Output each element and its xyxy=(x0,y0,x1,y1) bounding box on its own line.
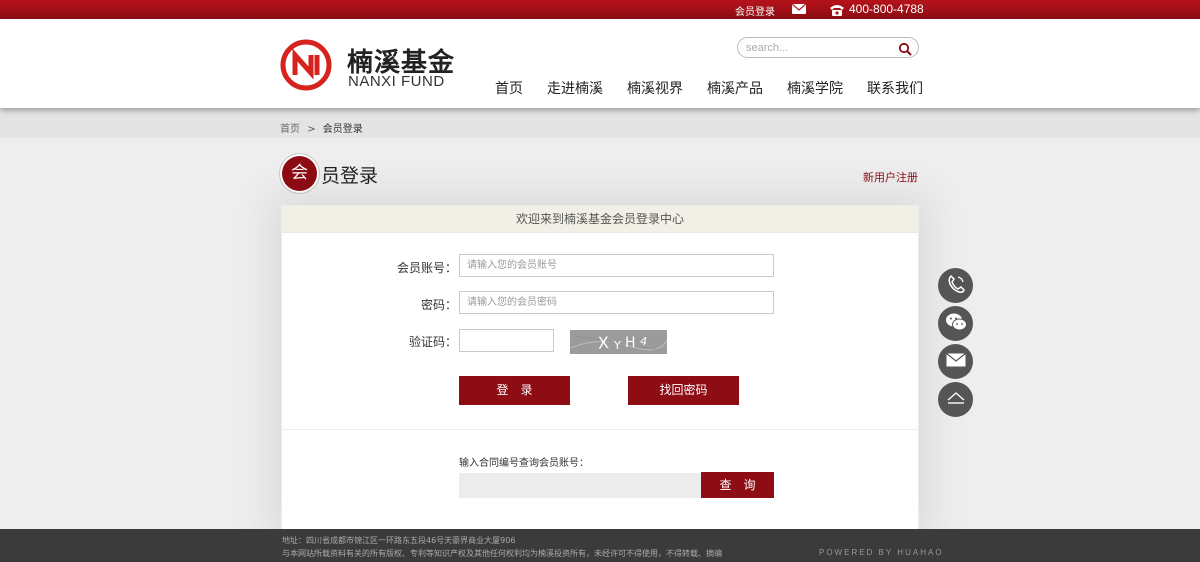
nav-products[interactable]: 楠溪产品 xyxy=(707,78,763,98)
svg-text:X: X xyxy=(597,333,609,353)
search-box xyxy=(737,37,919,58)
back-to-top-icon xyxy=(946,390,966,409)
breadcrumb-bar: 首页 > 会员登录 xyxy=(0,108,1200,138)
captcha-label: 验证码： xyxy=(408,335,457,349)
svg-text:H: H xyxy=(625,335,636,351)
nav-vision[interactable]: 楠溪视界 xyxy=(627,78,683,98)
footer-copyright: 与本网站所载资料有关的所有版权、专利等知识产权及其他任何权利均为楠溪投资所有，未… xyxy=(282,549,722,558)
panel-heading: 欢迎来到楠溪基金会员登录中心 xyxy=(282,206,918,233)
nav-home[interactable]: 首页 xyxy=(495,78,523,98)
search-icon[interactable] xyxy=(898,41,912,56)
login-panel: 欢迎来到楠溪基金会员登录中心 会员账号： 密码： 验证码： X Y H 4 登 … xyxy=(281,205,919,530)
mail-icon[interactable] xyxy=(792,4,806,14)
account-label: 会员账号： xyxy=(396,261,457,275)
account-input[interactable] xyxy=(459,254,774,277)
title-text: 员登录 xyxy=(321,165,379,187)
login-button[interactable]: 登 录 xyxy=(459,376,570,405)
contract-number-input[interactable] xyxy=(459,473,701,498)
wechat-icon xyxy=(944,311,968,337)
captcha-input[interactable] xyxy=(459,329,554,352)
nav-academy[interactable]: 楠溪学院 xyxy=(787,78,843,98)
site-footer: 地址：四川省成都市锦江区一环路东五段46号天豪界商业大厦906 与本网站所载资料… xyxy=(0,529,1200,562)
hotline-number: 400-800-4788 xyxy=(849,2,924,16)
phone-icon xyxy=(829,2,845,16)
divider xyxy=(282,429,918,430)
float-wechat-button[interactable] xyxy=(938,306,973,341)
top-bar: 会员登录 400-800-4788 xyxy=(0,0,1200,19)
phone-icon xyxy=(945,273,967,299)
svg-text:Y: Y xyxy=(613,339,621,352)
password-label: 密码： xyxy=(420,298,457,312)
captcha-image[interactable]: X Y H 4 xyxy=(570,330,667,354)
footer-address: 地址：四川省成都市锦江区一环路东五段46号天豪界商业大厦906 xyxy=(282,536,516,545)
breadcrumb-separator: > xyxy=(307,124,316,135)
breadcrumb: 首页 > 会员登录 xyxy=(280,120,363,135)
svg-text:4: 4 xyxy=(639,334,649,348)
nav-about[interactable]: 走进楠溪 xyxy=(547,78,603,98)
title-badge: 会 xyxy=(282,156,317,191)
mail-icon xyxy=(945,352,966,371)
breadcrumb-current: 会员登录 xyxy=(322,124,363,135)
recover-password-button[interactable]: 找回密码 xyxy=(628,376,739,405)
float-phone-button[interactable] xyxy=(938,268,973,303)
search-input[interactable] xyxy=(746,40,896,55)
register-link[interactable]: 新用户注册 xyxy=(863,169,918,185)
main-nav: 首页 走进楠溪 楠溪视界 楠溪产品 楠溪学院 联系我们 xyxy=(495,78,923,98)
query-label: 输入合同编号查询会员账号： xyxy=(459,458,589,469)
logo-english-name[interactable]: NANXI FUND xyxy=(348,73,445,90)
nav-contact[interactable]: 联系我们 xyxy=(867,78,923,98)
query-button[interactable]: 查 询 xyxy=(701,472,774,498)
member-login-link[interactable]: 会员登录 xyxy=(735,3,775,18)
logo-mark[interactable] xyxy=(280,39,332,91)
float-mail-button[interactable] xyxy=(938,344,973,379)
breadcrumb-home[interactable]: 首页 xyxy=(280,124,300,135)
password-input[interactable] xyxy=(459,291,774,314)
back-to-top-button[interactable] xyxy=(938,382,973,417)
footer-powered-by[interactable]: POWERED BY HUAHAO xyxy=(819,548,944,557)
site-header: 楠溪基金 NANXI FUND 首页 走进楠溪 楠溪视界 楠溪产品 楠溪学院 联… xyxy=(0,19,1200,108)
